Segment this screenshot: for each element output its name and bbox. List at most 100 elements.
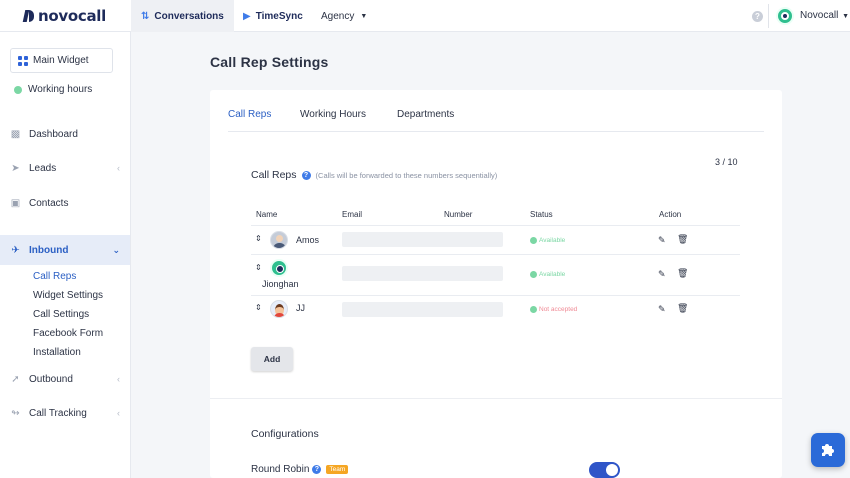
- user-menu-chevron-icon: ▼: [842, 13, 850, 20]
- logo-text: novocall: [38, 7, 106, 25]
- puzzle-icon: [822, 444, 834, 456]
- sidebar-item-outbound[interactable]: ➚ Outbound ‹: [0, 364, 130, 394]
- working-hours-label: Working hours: [28, 84, 93, 95]
- rep-counter: 3 / 10: [715, 157, 738, 167]
- sidebar-item-label: Call Tracking: [29, 407, 87, 419]
- chart-icon: ▩: [10, 128, 21, 140]
- sidebar-item-leads[interactable]: ➤ Leads ‹: [0, 153, 130, 183]
- trash-icon[interactable]: 🗑: [677, 268, 688, 279]
- tab-conversations[interactable]: ⇅ Conversations: [131, 0, 234, 32]
- edit-icon[interactable]: ✎: [658, 304, 666, 315]
- tracking-icon: ↬: [11, 407, 20, 419]
- column-header-email: Email: [342, 210, 363, 219]
- trash-icon[interactable]: 🗑: [677, 234, 688, 245]
- sidebar-item-label: Dashboard: [29, 128, 78, 140]
- avatar: [270, 259, 288, 277]
- column-header-status: Status: [530, 210, 553, 219]
- contact-card-icon: ▣: [10, 197, 21, 209]
- sidebar-subitem-widget-settings[interactable]: Widget Settings: [33, 290, 103, 301]
- sidebar-subitem-call-reps[interactable]: Call Reps: [33, 271, 76, 282]
- sidebar-item-label: Leads: [29, 162, 57, 174]
- column-header-name: Name: [256, 210, 278, 219]
- novocall-logo-mark-icon: [22, 9, 36, 23]
- section-hint: (Calls will be forwarded to these number…: [315, 170, 498, 180]
- sidebar-subitem-facebook-form[interactable]: Facebook Form: [33, 328, 103, 339]
- drag-handle-icon[interactable]: ⇕: [255, 264, 262, 272]
- settings-card: Call Reps Working Hours Departments 3 / …: [210, 90, 782, 478]
- status-badge: Available: [530, 271, 565, 278]
- top-divider: [768, 4, 769, 28]
- round-robin-label: Round Robin: [251, 464, 310, 475]
- plane-icon: ✈: [11, 244, 20, 256]
- page-title: Call Rep Settings: [210, 54, 329, 70]
- column-header-action: Action: [659, 210, 682, 219]
- tab-working-hours[interactable]: Working Hours: [300, 109, 366, 120]
- support-widget-button[interactable]: [811, 433, 845, 467]
- help-icon[interactable]: ?: [752, 11, 763, 22]
- user-name: Novocall: [800, 10, 839, 21]
- avatar: [270, 231, 288, 249]
- sidebar-item-contacts[interactable]: ▣ Contacts: [0, 188, 130, 218]
- tab-timesync-label: TimeSync: [255, 10, 303, 22]
- trash-icon[interactable]: 🗑: [677, 303, 688, 314]
- table-divider: [251, 225, 740, 226]
- section-title: Call Reps: [251, 169, 297, 181]
- chevron-left-icon: ‹: [117, 163, 120, 173]
- email-field[interactable]: [342, 232, 503, 247]
- status-badge: Available: [530, 237, 565, 244]
- tab-departments[interactable]: Departments: [397, 109, 454, 120]
- avatar: [270, 300, 288, 318]
- round-robin-setting: Round Robin ? Team: [251, 464, 349, 475]
- widget-selector[interactable]: Main Widget: [10, 48, 113, 73]
- add-rep-button[interactable]: Add: [251, 347, 293, 371]
- edit-icon[interactable]: ✎: [658, 235, 666, 246]
- sidebar-item-inbound[interactable]: ✈ Inbound ⌄: [0, 235, 130, 265]
- sidebar-item-call-tracking[interactable]: ↬ Call Tracking ‹: [0, 398, 130, 428]
- working-hours-status[interactable]: Working hours: [14, 84, 92, 95]
- user-menu[interactable]: Novocall ▼: [800, 10, 849, 21]
- configurations-title: Configurations: [251, 428, 319, 440]
- column-header-number: Number: [444, 210, 473, 219]
- tab-call-reps[interactable]: Call Reps: [228, 109, 271, 120]
- sidebar-subitem-call-settings[interactable]: Call Settings: [33, 309, 89, 320]
- chevron-down-icon: ▼: [360, 12, 368, 20]
- team-badge: Team: [326, 465, 349, 474]
- agency-dropdown[interactable]: Agency ▼: [311, 0, 377, 32]
- sidebar-subitem-installation[interactable]: Installation: [33, 347, 81, 358]
- user-avatar[interactable]: [776, 7, 794, 25]
- tab-timesync[interactable]: ▶ TimeSync: [233, 0, 313, 32]
- top-bar: novocall ⇅ Conversations ▶ TimeSync Agen…: [0, 0, 850, 32]
- sidebar-item-dashboard[interactable]: ▩ Dashboard: [0, 119, 130, 149]
- sidebar-item-label: Contacts: [29, 197, 69, 209]
- drag-handle-icon[interactable]: ⇕: [255, 304, 262, 312]
- email-field[interactable]: [342, 302, 503, 317]
- conversations-icon: ⇅: [141, 10, 150, 22]
- table-divider: [251, 295, 740, 296]
- section-call-reps: Call Reps ? (Calls will be forwarded to …: [251, 169, 497, 181]
- widget-label: Main Widget: [33, 55, 89, 66]
- rocket-icon: ➚: [11, 373, 20, 385]
- sidebar: Main Widget Working hours ▩ Dashboard ➤ …: [0, 32, 131, 478]
- grid-icon: [18, 55, 28, 66]
- edit-icon[interactable]: ✎: [658, 269, 666, 280]
- rep-name: JJ: [296, 303, 305, 313]
- send-icon: ➤: [11, 162, 20, 174]
- status-dot-icon: [14, 85, 22, 94]
- rep-name: Jionghan: [262, 279, 299, 289]
- table-divider: [251, 254, 740, 255]
- info-icon[interactable]: ?: [312, 465, 322, 474]
- email-field[interactable]: [342, 266, 503, 281]
- chevron-down-icon: ⌄: [112, 244, 120, 255]
- sidebar-item-label: Outbound: [29, 373, 73, 385]
- sidebar-item-label: Inbound: [29, 244, 69, 256]
- round-robin-toggle[interactable]: [589, 462, 620, 478]
- rep-name: Amos: [296, 235, 320, 245]
- chevron-left-icon: ‹: [117, 408, 120, 418]
- tab-conversations-label: Conversations: [154, 10, 224, 22]
- info-icon[interactable]: ?: [301, 170, 311, 180]
- settings-tabs: Call Reps Working Hours Departments: [228, 90, 764, 132]
- card-divider: [210, 398, 782, 399]
- chevron-left-icon: ‹: [117, 374, 120, 384]
- drag-handle-icon[interactable]: ⇕: [255, 235, 262, 243]
- novocall-logo[interactable]: novocall: [22, 6, 106, 26]
